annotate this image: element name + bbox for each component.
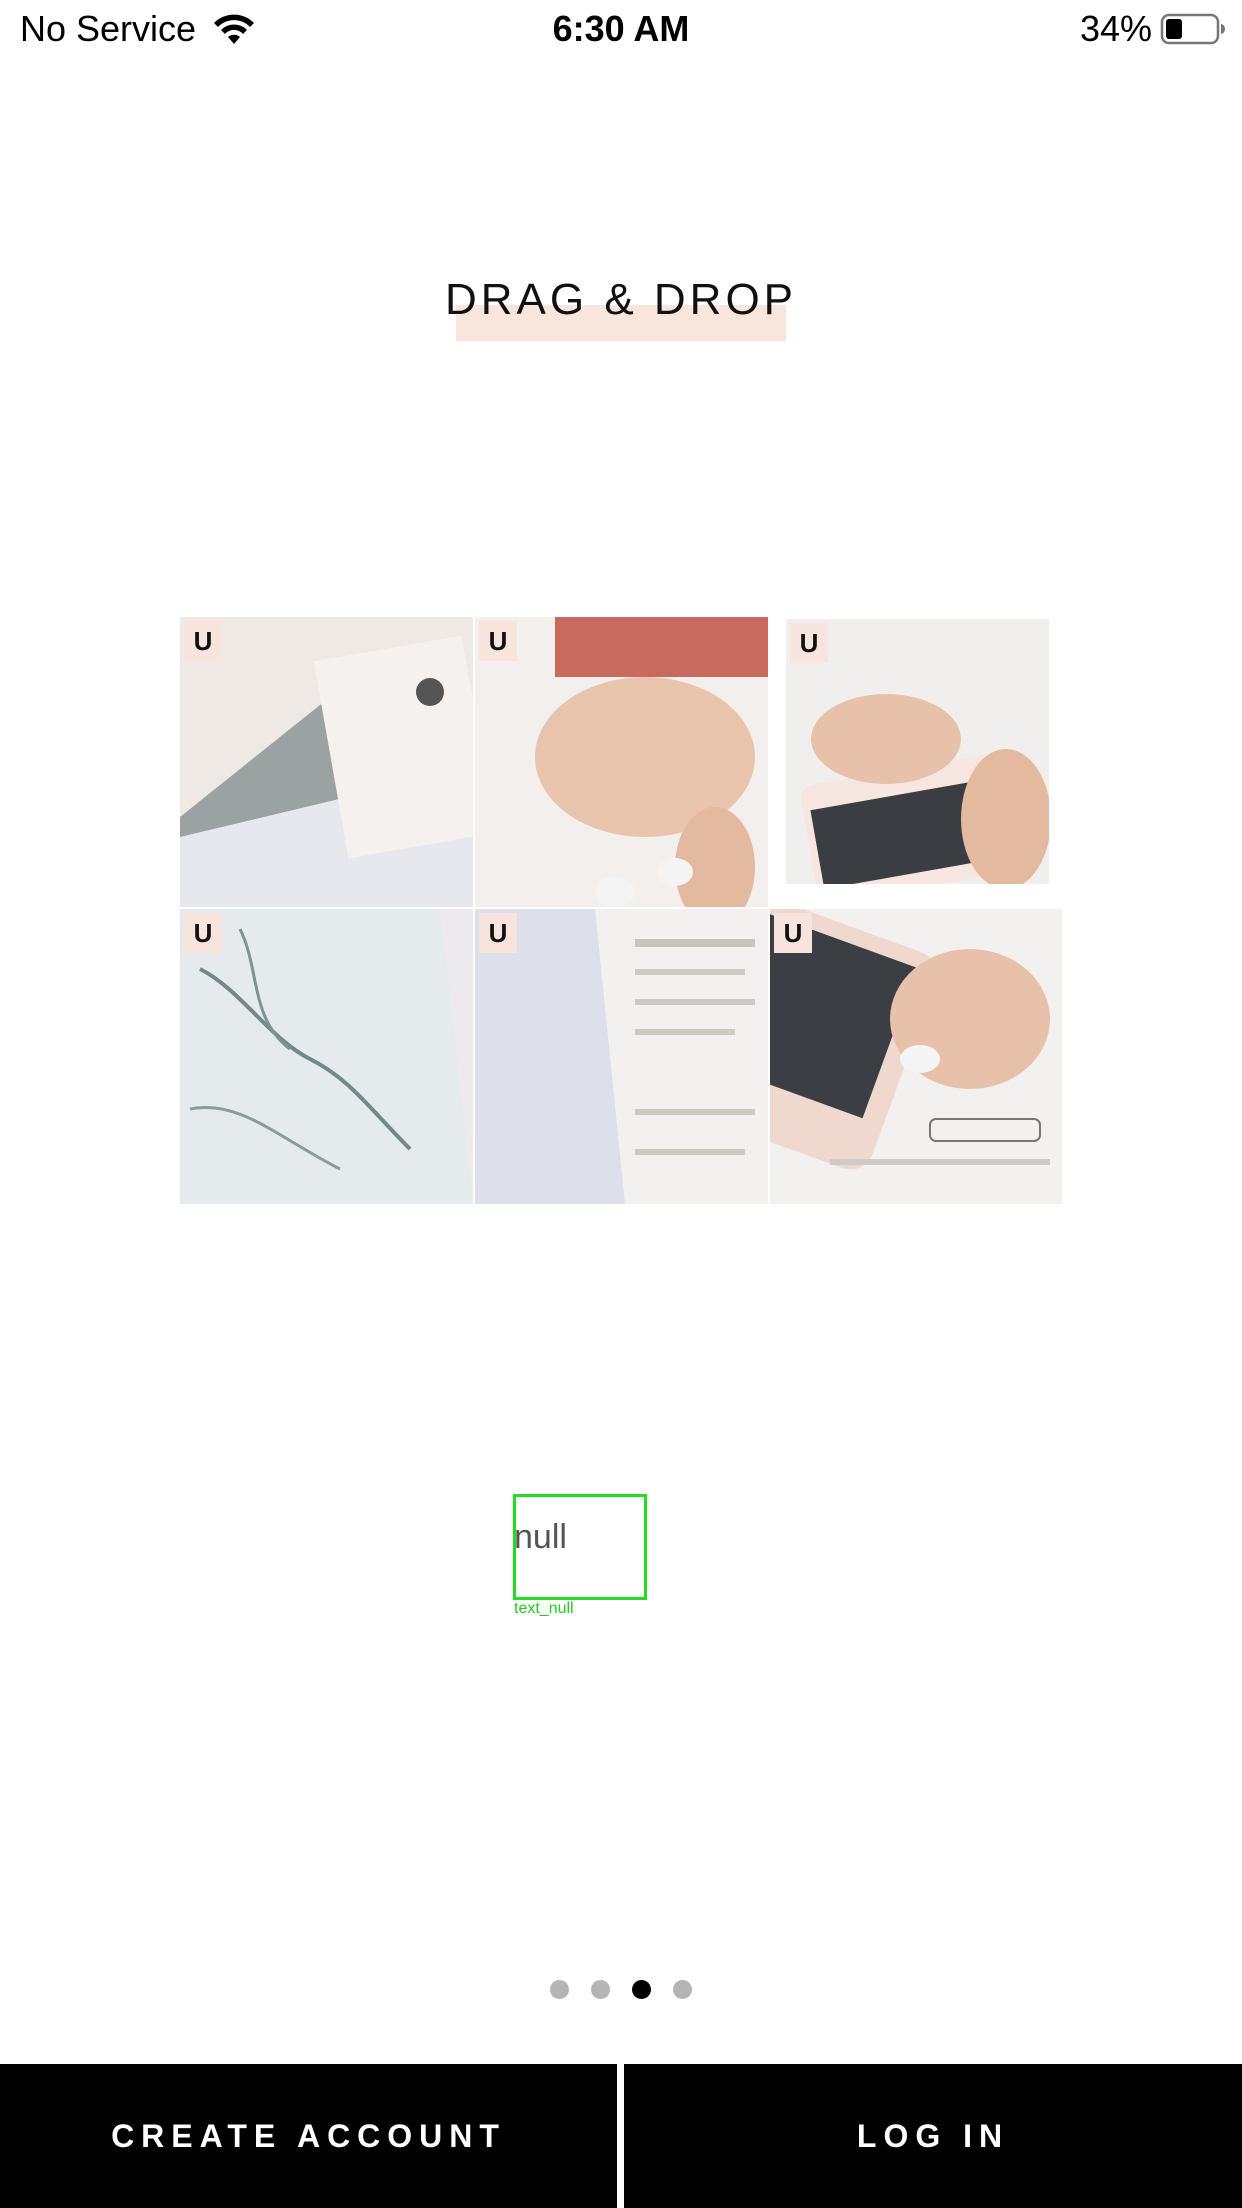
grid-tile: U — [475, 909, 768, 1204]
tile-badge: U — [774, 913, 812, 953]
grid-tile: U — [786, 619, 1049, 884]
tile-badge: U — [479, 913, 517, 953]
photo-grid: U U U U U U — [180, 617, 1062, 1204]
tile-image — [770, 909, 1062, 1204]
grid-tile: U — [180, 909, 473, 1204]
tile-image — [475, 617, 768, 907]
status-right: 34% — [1080, 8, 1226, 50]
battery-icon — [1160, 13, 1225, 45]
clock: 6:30 AM — [552, 8, 690, 49]
page-indicator[interactable] — [0, 1980, 1242, 1999]
tile-badge: U — [479, 621, 517, 661]
tile-badge: U — [790, 623, 828, 663]
status-bar: No Service 6:30 AM 34% — [0, 0, 1242, 62]
onboarding-screen: No Service 6:30 AM 34% DRAG & DROP U U U… — [0, 0, 1242, 2208]
tile-badge: U — [184, 913, 222, 953]
battery-percent: 34% — [1079, 8, 1152, 49]
page-title: DRAG & DROP — [444, 275, 798, 324]
page-dot[interactable] — [591, 1980, 610, 1999]
page-dot[interactable] — [673, 1980, 692, 1999]
grid-tile: U — [180, 617, 473, 907]
page-dot[interactable] — [632, 1980, 651, 1999]
bottom-action-bar: CREATE ACCOUNT LOG IN — [0, 2064, 1242, 2208]
title-container: DRAG & DROP — [0, 275, 1242, 325]
create-account-button[interactable]: CREATE ACCOUNT — [0, 2064, 617, 2208]
grid-tile: U — [770, 909, 1062, 1204]
placeholder-text: null — [514, 1518, 567, 1556]
tile-image — [180, 909, 473, 1204]
tile-image — [475, 909, 768, 1204]
tile-badge: U — [184, 621, 222, 661]
log-in-button[interactable]: LOG IN — [624, 2064, 1242, 2208]
debug-label: text_null — [514, 1600, 574, 1617]
page-dot[interactable] — [550, 1980, 569, 1999]
grid-tile: U — [475, 617, 768, 907]
tile-image — [180, 617, 473, 907]
